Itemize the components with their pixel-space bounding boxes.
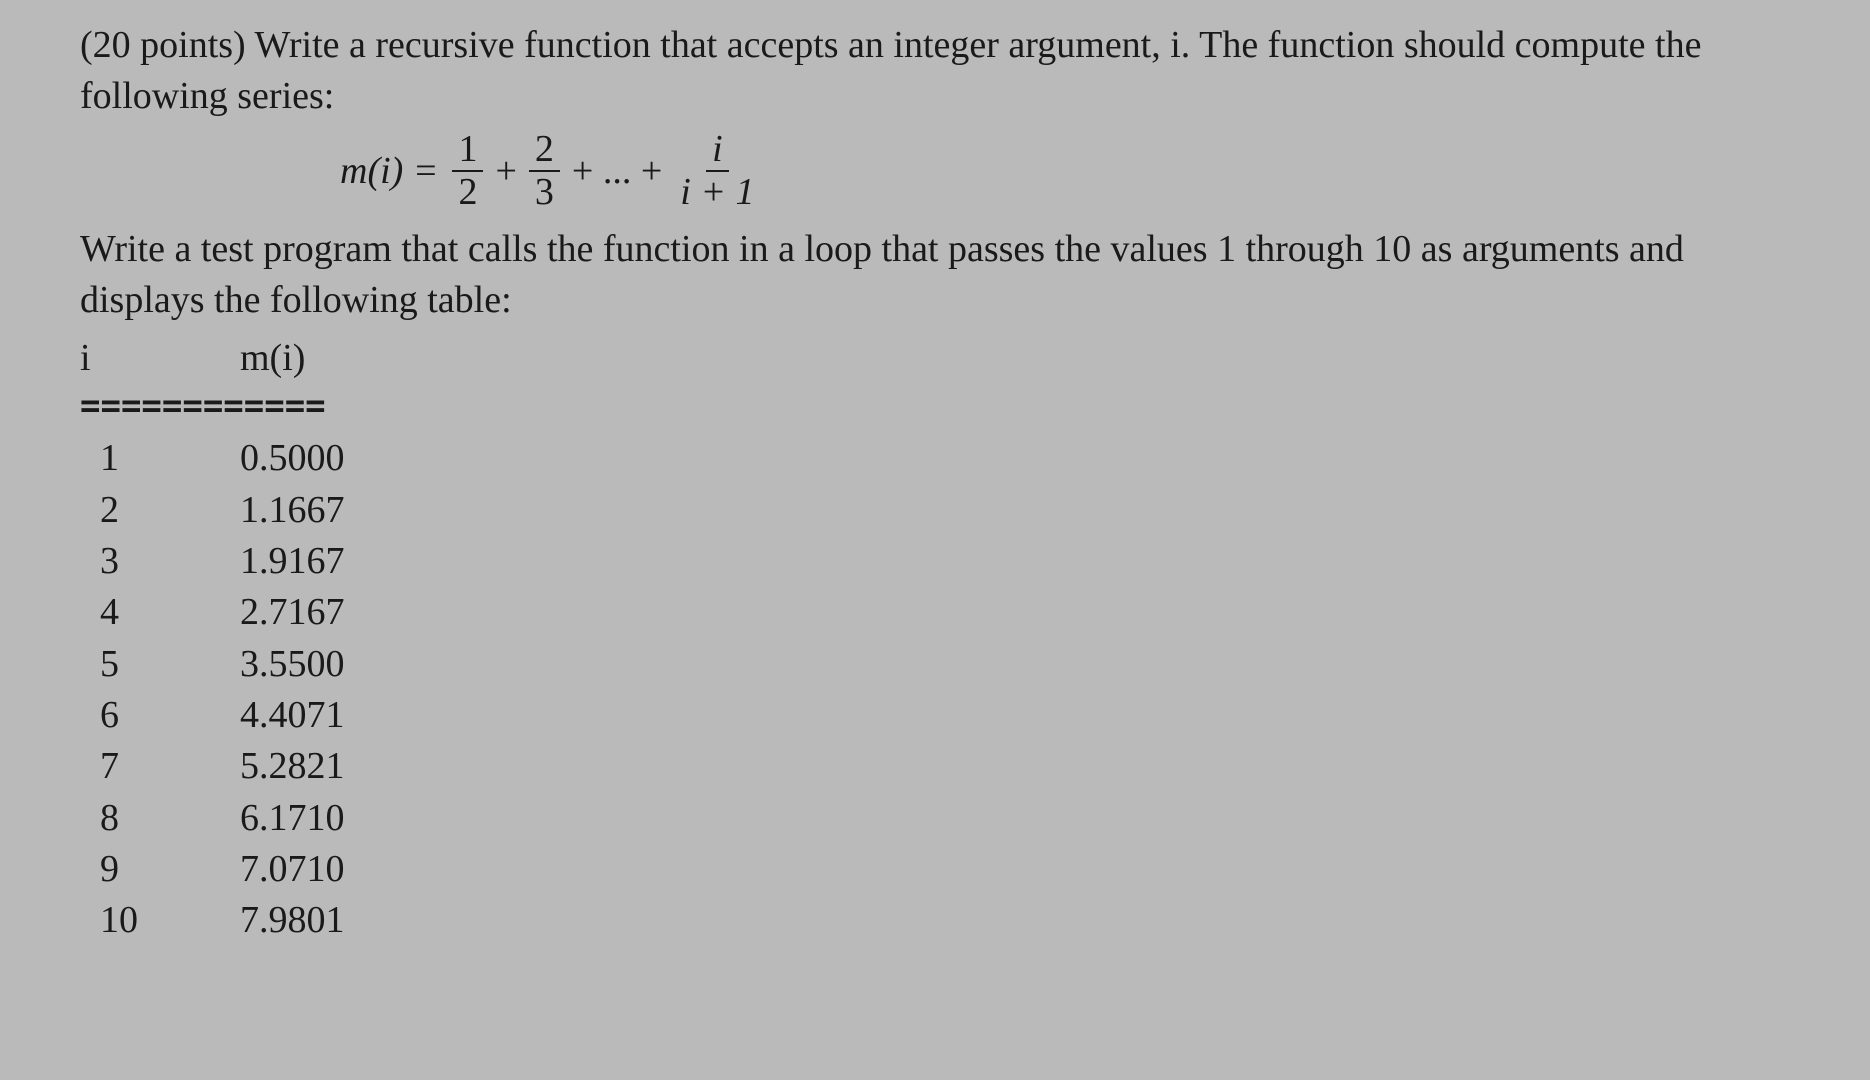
table-divider: ============ [80,388,450,425]
table-row: 1 0.5000 [80,433,1790,484]
table-row: 7 5.2821 [80,741,1790,792]
cell-i: 1 [80,433,240,484]
cell-m: 0.5000 [240,433,345,484]
cell-m: 3.5500 [240,639,345,690]
frac2-num: 2 [529,129,560,173]
cell-m: 6.1710 [240,793,345,844]
table-body: 1 0.5000 2 1.1667 3 1.9167 4 2.7167 5 3.… [80,433,1790,946]
formula-plus-2: + ... + [572,146,662,197]
cell-m: 7.9801 [240,895,345,946]
cell-m: 1.9167 [240,536,345,587]
frac3-num: i [706,129,729,173]
frac1-num: 1 [452,129,483,173]
table-row: 5 3.5500 [80,639,1790,690]
header-m: m(i) [240,333,305,384]
cell-m: 2.7167 [240,587,345,638]
cell-i: 9 [80,844,240,895]
cell-i: 4 [80,587,240,638]
cell-i: 5 [80,639,240,690]
table-row: 6 4.4071 [80,690,1790,741]
question-instruction: Write a test program that calls the func… [80,224,1790,327]
table-row: 3 1.9167 [80,536,1790,587]
cell-i: 3 [80,536,240,587]
cell-i: 8 [80,793,240,844]
formula-frac-3: i i + 1 [674,129,760,215]
table-row: 10 7.9801 [80,895,1790,946]
frac1-den: 2 [452,172,483,214]
cell-m: 7.0710 [240,844,345,895]
cell-m: 5.2821 [240,741,345,792]
frac2-den: 3 [529,172,560,214]
formula-frac-1: 1 2 [452,129,483,215]
cell-i: 2 [80,485,240,536]
table-header: i m(i) [80,333,1790,384]
formula-frac-2: 2 3 [529,129,560,215]
header-i: i [80,333,240,384]
frac3-den: i + 1 [674,172,760,214]
cell-m: 1.1667 [240,485,345,536]
cell-i: 7 [80,741,240,792]
formula-plus-1: + [495,146,516,197]
cell-i: 6 [80,690,240,741]
formula: m(i) = 1 2 + 2 3 + ... + i i + 1 [80,129,1790,215]
cell-i: 10 [80,895,240,946]
table-row: 4 2.7167 [80,587,1790,638]
question-intro: (20 points) Write a recursive function t… [80,20,1790,123]
table-row: 2 1.1667 [80,485,1790,536]
cell-m: 4.4071 [240,690,345,741]
table-row: 8 6.1710 [80,793,1790,844]
table-row: 9 7.0710 [80,844,1790,895]
formula-lhs: m(i) = [340,146,438,197]
